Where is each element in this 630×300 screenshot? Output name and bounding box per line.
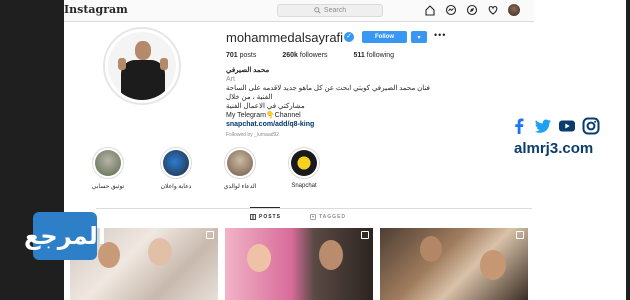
tab-posts[interactable]: POSTS	[250, 214, 281, 220]
twitter-icon[interactable]	[534, 117, 552, 135]
nav-icons	[424, 4, 520, 16]
profile-photo	[108, 32, 176, 100]
highlight-label: توثيق حسابي	[91, 184, 125, 190]
highlight-snapchat[interactable]: Snapchat	[281, 147, 327, 189]
search-input[interactable]: Search	[277, 4, 383, 17]
right-frame	[626, 0, 630, 300]
followers-count[interactable]: 260k followers	[282, 52, 327, 59]
multiple-posts-icon	[206, 231, 214, 239]
multiple-posts-icon	[516, 231, 524, 239]
multiple-posts-icon	[361, 231, 369, 239]
active-tab-indicator	[250, 207, 280, 208]
tabs-divider	[96, 208, 532, 209]
suggested-dropdown-button[interactable]: ▾	[411, 31, 427, 43]
facebook-icon[interactable]	[510, 117, 528, 135]
posts-count: 701 posts	[226, 52, 257, 59]
verified-badge-icon: ✓	[344, 32, 354, 42]
followed-by-text[interactable]: Followed by _lurnaad92	[226, 131, 446, 140]
explore-icon[interactable]	[466, 4, 478, 16]
highlight-label: دعاية واعلان	[160, 184, 192, 190]
search-placeholder: Search	[323, 7, 347, 14]
social-links	[510, 117, 600, 135]
follow-button[interactable]: Follow	[362, 31, 407, 43]
bio-telegram-line: My Telegram👇Channel	[226, 112, 301, 119]
search-icon	[314, 7, 321, 14]
heart-icon[interactable]	[487, 4, 499, 16]
tag-icon	[310, 214, 316, 220]
profile-username: mohammedalsayrafi	[226, 30, 344, 45]
bio-line: مشاركتي في الاعمال الفنية	[226, 103, 305, 110]
profile-full-name: محمد الصيرفي	[226, 67, 270, 74]
highlight-prayer[interactable]: الدعاء لوالدي	[217, 147, 263, 190]
post-thumbnail[interactable]	[380, 228, 528, 300]
highlight-label: Snapchat	[291, 183, 317, 189]
profile-stats: 701 posts 260k followers 511 following	[226, 52, 394, 59]
grid-icon	[250, 214, 256, 220]
bio-line: فنان محمد الصيرفي كويتي ابحث عن كل ماهو …	[226, 85, 430, 101]
nav-avatar[interactable]	[508, 4, 520, 16]
tab-tagged[interactable]: TAGGED	[310, 214, 346, 220]
profile-avatar[interactable]	[103, 27, 181, 105]
post-thumbnail[interactable]	[225, 228, 373, 300]
highlight-label: الدعاء لوالدي	[223, 184, 257, 190]
instagram-logo[interactable]: Instagram	[64, 3, 128, 16]
home-icon[interactable]	[424, 4, 436, 16]
bio-link[interactable]: snapchat.com/add/q8-king	[226, 120, 446, 129]
messenger-icon[interactable]	[445, 4, 457, 16]
website-url[interactable]: almrj3.com	[514, 140, 593, 157]
watermark-logo: المرجع	[24, 212, 106, 260]
following-count[interactable]: 511 following	[354, 52, 395, 59]
profile-category: Art	[226, 76, 235, 83]
profile-bio: محمد الصيرفي Art فنان محمد الصيرفي كويتي…	[226, 66, 446, 140]
highlight-verify[interactable]: توثيق حسابي	[85, 147, 131, 190]
highlight-ads[interactable]: دعاية واعلان	[153, 147, 199, 190]
instagram-icon[interactable]	[582, 117, 600, 135]
youtube-icon[interactable]	[558, 117, 576, 135]
top-nav-bar: Instagram Search	[64, 0, 534, 22]
more-options-button[interactable]: •••	[434, 30, 446, 40]
